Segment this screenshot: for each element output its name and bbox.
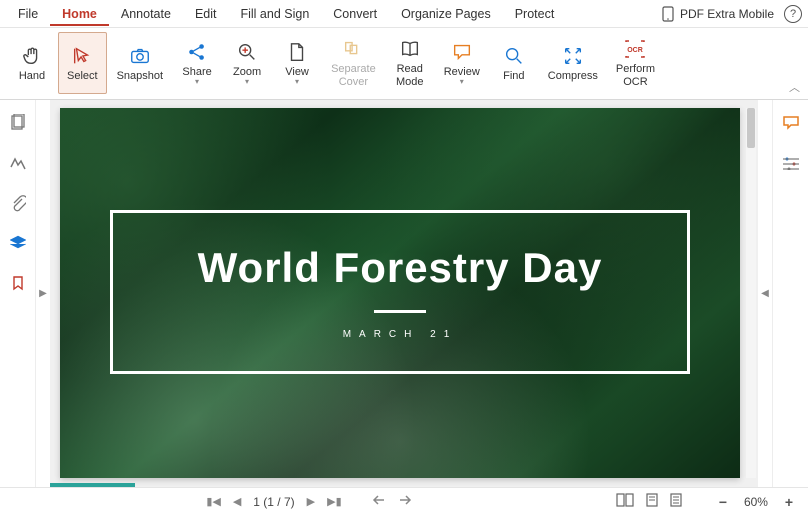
zoom-in-button[interactable]: +: [780, 493, 798, 511]
find-tool[interactable]: Find: [490, 32, 538, 94]
menu-home[interactable]: Home: [50, 2, 109, 26]
separate-cover-label: Separate Cover: [331, 63, 376, 88]
chevron-down-icon: ▾: [295, 77, 299, 86]
comments-panel-icon[interactable]: [782, 114, 800, 132]
read-mode-tool[interactable]: Read Mode: [386, 32, 434, 94]
page-indicator[interactable]: 1 (1 / 7): [253, 495, 294, 509]
right-sidebar: [772, 100, 808, 487]
vertical-scrollbar[interactable]: [746, 108, 756, 478]
search-icon: [502, 44, 526, 68]
collapse-ribbon-button[interactable]: ︿: [789, 79, 800, 95]
scrollbar-thumb[interactable]: [747, 108, 755, 148]
progress-bar: [50, 483, 758, 487]
svg-text:OCR: OCR: [628, 47, 644, 54]
first-page-button[interactable]: ▮◀: [206, 495, 221, 508]
document-canvas: World Forestry Day MARCH 21: [50, 100, 758, 487]
title-frame: World Forestry Day MARCH 21: [110, 210, 690, 374]
left-sidebar: [0, 100, 36, 487]
hand-icon: [20, 44, 44, 68]
zoom-out-button[interactable]: −: [714, 493, 732, 511]
nav-forward-button[interactable]: [398, 494, 412, 509]
ocr-label: Perform OCR: [616, 63, 655, 88]
prev-page-button[interactable]: ◀: [233, 495, 241, 508]
mobile-icon: [662, 6, 674, 22]
two-page-view-icon[interactable]: [616, 493, 634, 510]
ocr-icon: OCR: [623, 37, 647, 61]
progress-fill: [50, 483, 135, 487]
menu-annotate[interactable]: Annotate: [109, 2, 183, 26]
nav-back-button[interactable]: [372, 494, 386, 509]
chevron-down-icon: ▾: [460, 77, 464, 86]
zoom-level[interactable]: 60%: [744, 495, 768, 509]
last-page-button[interactable]: ▶▮: [327, 495, 342, 508]
document-subtitle: MARCH 21: [343, 329, 458, 340]
separate-cover-icon: [341, 37, 365, 61]
find-label: Find: [503, 70, 524, 83]
select-icon: [70, 44, 94, 68]
main-area: ▶ World Forestry Day MARCH 21 ◀: [0, 100, 808, 487]
share-icon: [185, 40, 209, 64]
ribbon-toolbar: Hand Select Snapshot Share ▾ Zoom ▾ View…: [0, 28, 808, 100]
signature-panel-icon[interactable]: [9, 154, 27, 172]
expand-left-handle[interactable]: ▶: [36, 100, 50, 487]
compress-icon: [561, 44, 585, 68]
attachments-panel-icon[interactable]: [9, 194, 27, 212]
chevron-down-icon: ▾: [245, 77, 249, 86]
expand-right-handle[interactable]: ◀: [758, 100, 772, 487]
document-title: World Forestry Day: [198, 244, 603, 292]
bookmarks-panel-icon[interactable]: [9, 274, 27, 292]
menu-organize-pages[interactable]: Organize Pages: [389, 2, 503, 26]
menu-convert[interactable]: Convert: [321, 2, 389, 26]
hand-tool[interactable]: Hand: [8, 32, 56, 94]
next-page-button[interactable]: ▶: [307, 495, 315, 508]
zoom-tool[interactable]: Zoom ▾: [223, 32, 271, 94]
compress-tool[interactable]: Compress: [540, 32, 606, 94]
help-button[interactable]: ?: [784, 5, 802, 23]
chevron-down-icon: ▾: [195, 77, 199, 86]
layers-panel-icon[interactable]: [9, 234, 27, 252]
snapshot-label: Snapshot: [117, 70, 163, 83]
menu-file[interactable]: File: [6, 2, 50, 26]
pages-panel-icon[interactable]: [9, 114, 27, 132]
select-label: Select: [67, 70, 98, 83]
page-icon: [285, 40, 309, 64]
page-navigation: ▮◀ ◀ 1 (1 / 7) ▶ ▶▮: [206, 494, 411, 509]
review-tool[interactable]: Review ▾: [436, 32, 488, 94]
document-page[interactable]: World Forestry Day MARCH 21: [60, 108, 740, 478]
menu-bar: File Home Annotate Edit Fill and Sign Co…: [0, 0, 808, 28]
view-tool[interactable]: View ▾: [273, 32, 321, 94]
status-bar: ▮◀ ◀ 1 (1 / 7) ▶ ▶▮ − 60% +: [0, 487, 808, 515]
comment-icon: [450, 40, 474, 64]
menu-fill-sign[interactable]: Fill and Sign: [228, 2, 321, 26]
read-mode-label: Read Mode: [396, 63, 424, 88]
title-divider: [374, 310, 426, 313]
select-tool[interactable]: Select: [58, 32, 107, 94]
pdf-extra-mobile-button[interactable]: PDF Extra Mobile: [662, 6, 774, 22]
share-tool[interactable]: Share ▾: [173, 32, 221, 94]
menu-edit[interactable]: Edit: [183, 2, 229, 26]
snapshot-tool[interactable]: Snapshot: [109, 32, 171, 94]
ocr-tool[interactable]: OCR Perform OCR: [608, 32, 663, 94]
properties-panel-icon[interactable]: [782, 154, 800, 172]
camera-icon: [128, 44, 152, 68]
book-icon: [398, 37, 422, 61]
compress-label: Compress: [548, 70, 598, 83]
hand-label: Hand: [19, 70, 45, 83]
menu-protect[interactable]: Protect: [503, 2, 567, 26]
zoom-icon: [235, 40, 259, 64]
separate-cover-tool[interactable]: Separate Cover: [323, 32, 384, 94]
single-page-view-icon[interactable]: [646, 493, 658, 510]
pdf-mobile-label: PDF Extra Mobile: [680, 7, 774, 21]
continuous-view-icon[interactable]: [670, 493, 682, 510]
